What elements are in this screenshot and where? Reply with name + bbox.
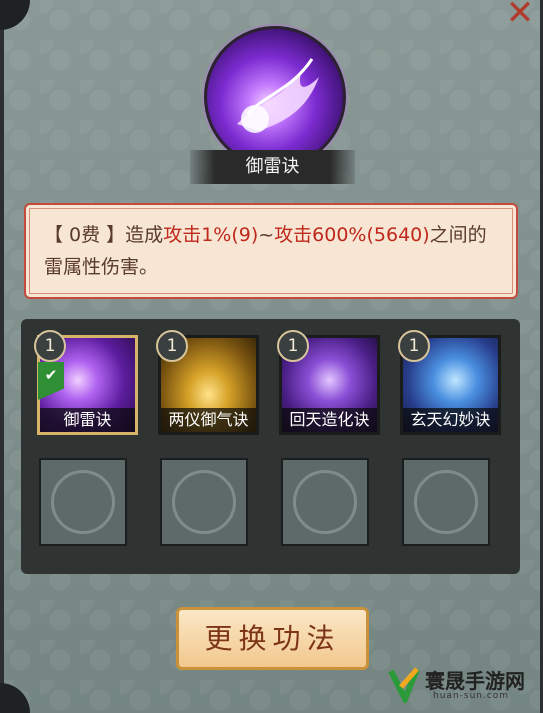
attack-min-value: 攻击1%(9) <box>163 224 259 246</box>
empty-skill-slot[interactable] <box>281 458 369 546</box>
empty-skill-slot[interactable] <box>402 458 490 546</box>
watermark: 寰晟手游网 huan-sun.com <box>387 665 537 707</box>
watermark-logo-icon <box>388 667 420 703</box>
empty-skill-slot[interactable] <box>39 458 127 546</box>
skill-name: 玄天幻妙诀 <box>403 408 498 432</box>
empty-slot-ring <box>293 470 357 534</box>
empty-skill-slot[interactable] <box>160 458 248 546</box>
frame-left-border <box>0 0 4 713</box>
skill-description: 【 0费 】造成攻击1%(9)~攻击600%(5640)之间的雷属性伤害。 <box>24 203 518 299</box>
empty-slot-ring <box>414 470 478 534</box>
level-badge: 1 <box>398 330 430 362</box>
level-badge: 1 <box>156 330 188 362</box>
level-badge: 1 <box>277 330 309 362</box>
watermark-url: huan-sun.com <box>433 691 510 701</box>
watermark-text: 寰晟手游网 <box>425 669 525 693</box>
skill-title: 御雷诀 <box>190 150 355 184</box>
cost-label: 【 0费 】 <box>44 224 126 246</box>
desc-text-1: 造成 <box>125 224 164 246</box>
empty-slot-ring <box>172 470 236 534</box>
close-icon[interactable]: ✕ <box>501 0 539 30</box>
skill-name: 御雷诀 <box>40 408 135 432</box>
skill-slots-panel: 御雷诀 两仪御气诀 回天造化诀 玄天幻妙诀 <box>21 319 520 574</box>
level-badge: 1 <box>34 330 66 362</box>
desc-tilde: ~ <box>258 224 275 246</box>
skill-lightning-orb-icon <box>204 26 346 168</box>
empty-slot-ring <box>51 470 115 534</box>
attack-max-value: 攻击600%(5640) <box>274 224 430 246</box>
skill-name: 两仪御气诀 <box>161 408 256 432</box>
change-skill-button[interactable]: 更换功法 <box>176 607 369 670</box>
skill-name: 回天造化诀 <box>282 408 377 432</box>
